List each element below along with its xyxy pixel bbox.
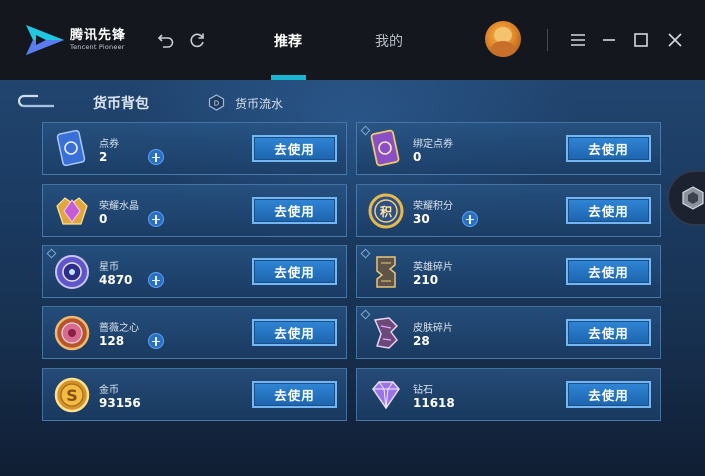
currency-amount: 4870	[99, 273, 133, 287]
skin-fragment-icon	[373, 317, 398, 349]
add-plus-button[interactable]	[462, 211, 478, 227]
currency-amount: 11618	[413, 396, 455, 410]
currency-name: 荣耀积分	[413, 201, 453, 212]
avatar[interactable]	[485, 21, 521, 57]
gold-coin-icon: S	[54, 377, 90, 413]
currency-name: 蔷薇之心	[99, 323, 139, 334]
use-button[interactable]: 去使用	[566, 258, 651, 285]
hero-fragment-icon	[376, 256, 396, 288]
logo-english: Tencent Pioneer	[70, 43, 125, 51]
refresh-icon[interactable]	[188, 31, 206, 49]
svg-text:S: S	[66, 386, 78, 405]
back-arrow-icon[interactable]	[18, 92, 56, 110]
use-button[interactable]: 去使用	[566, 135, 651, 162]
add-plus-button[interactable]	[148, 272, 164, 288]
currency-name: 英雄碎片	[413, 262, 453, 273]
currency-card-bound-dianquan: 绑定点券 0 去使用	[356, 122, 661, 175]
currency-amount: 210	[413, 273, 439, 287]
star-coin-icon	[55, 255, 89, 289]
ticket-card-icon	[56, 129, 86, 167]
diamond-icon	[372, 381, 400, 410]
bound-ticket-card-icon	[370, 129, 400, 167]
currency-card-glory-crystal: 荣耀水晶 0 去使用	[42, 184, 347, 237]
currency-amount: 0	[413, 150, 422, 164]
close-icon[interactable]	[666, 31, 684, 49]
use-button[interactable]: 去使用	[566, 319, 651, 346]
currency-card-diamond: 钻石 11618 去使用	[356, 368, 661, 421]
tab-mine[interactable]: 我的	[375, 31, 403, 51]
currency-backpack-panel: 货币背包 D 货币流水 点券 2 去使用 绑定点券 0 去使用 荣耀水晶 0 去…	[0, 80, 705, 476]
currency-amount: 93156	[99, 396, 141, 410]
currency-amount: 2	[99, 150, 108, 164]
tab-recommend[interactable]: 推荐	[274, 31, 302, 51]
section-title: 货币背包	[93, 96, 149, 112]
glory-crystal-icon	[56, 197, 88, 225]
add-plus-button[interactable]	[148, 211, 164, 227]
currency-amount: 30	[413, 212, 430, 226]
currency-card-skin-fragment: 皮肤碎片 28 去使用	[356, 306, 661, 359]
add-plus-button[interactable]	[148, 333, 164, 349]
use-button[interactable]: 去使用	[252, 135, 337, 162]
tencent-pioneer-logo-icon	[26, 25, 64, 55]
currency-name: 钻石	[413, 385, 433, 396]
currency-card-dianquan: 点券 2 去使用	[42, 122, 347, 175]
currency-card-rose-heart: 蔷薇之心 128 去使用	[42, 306, 347, 359]
logo-chinese: 腾讯先锋	[70, 28, 127, 43]
currency-name: 金币	[99, 385, 119, 396]
currency-amount: 128	[99, 334, 125, 348]
currency-flow-link[interactable]: 货币流水	[235, 95, 283, 112]
currency-name: 星币	[99, 262, 119, 273]
add-plus-button[interactable]	[148, 149, 164, 165]
use-button[interactable]: 去使用	[566, 381, 651, 408]
use-button[interactable]: 去使用	[252, 197, 337, 224]
currency-flow-icon: D	[208, 94, 225, 111]
rose-heart-icon	[54, 315, 90, 351]
glory-points-icon: 积	[368, 193, 404, 229]
currency-card-star-coin: 星币 4870 去使用	[42, 245, 347, 298]
menu-icon[interactable]	[569, 31, 587, 49]
hexagon-gem-icon	[682, 186, 704, 210]
minimize-icon[interactable]	[600, 31, 618, 49]
logo-text: 腾讯先锋 Tencent Pioneer	[70, 28, 126, 52]
maximize-icon[interactable]	[632, 31, 650, 49]
currency-card-glory-points: 积 荣耀积分 30 去使用	[356, 184, 661, 237]
svg-text:D: D	[214, 100, 219, 108]
divider	[547, 29, 548, 51]
currency-card-hero-fragment: 英雄碎片 210 去使用	[356, 245, 661, 298]
currency-name: 点券	[99, 139, 119, 150]
currency-name: 绑定点券	[413, 139, 453, 150]
currency-name: 皮肤碎片	[413, 323, 453, 334]
undo-icon[interactable]	[157, 31, 175, 49]
title-bar: 腾讯先锋 Tencent Pioneer 推荐 我的	[0, 0, 705, 80]
use-button[interactable]: 去使用	[252, 381, 337, 408]
side-panel-toggle[interactable]	[667, 170, 705, 226]
svg-text:积: 积	[380, 204, 392, 219]
use-button[interactable]: 去使用	[252, 319, 337, 346]
use-button[interactable]: 去使用	[252, 258, 337, 285]
currency-amount: 28	[413, 334, 430, 348]
currency-amount: 0	[99, 212, 108, 226]
currency-card-gold-coin: S 金币 93156 去使用	[42, 368, 347, 421]
use-button[interactable]: 去使用	[566, 197, 651, 224]
currency-name: 荣耀水晶	[99, 201, 139, 212]
